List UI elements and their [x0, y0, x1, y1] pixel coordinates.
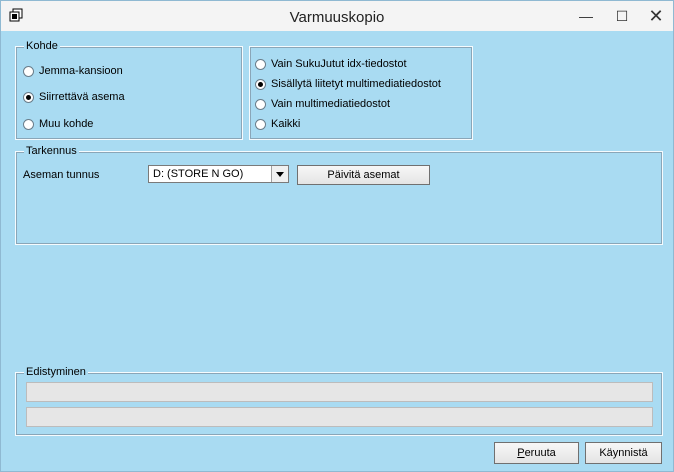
- radio-label: Muu kohde: [39, 118, 94, 130]
- radio-button[interactable]: [23, 65, 34, 77]
- minimize-icon: —: [579, 8, 593, 24]
- radio-other-target[interactable]: Muu kohde: [23, 118, 93, 130]
- radio-label: Jemma-kansioon: [39, 65, 123, 77]
- close-icon: ✕: [648, 5, 664, 26]
- dropdown-arrow-button[interactable]: [271, 166, 288, 182]
- radio-button[interactable]: [23, 118, 34, 130]
- radio-label: Vain SukuJutut idx-tiedostot: [271, 58, 407, 70]
- drive-label: Aseman tunnus: [23, 169, 100, 181]
- refresh-drives-button[interactable]: Päivitä asemat: [297, 165, 430, 185]
- drive-select-value: D: (STORE N GO): [153, 168, 244, 180]
- progress-group-legend: Edistyminen: [24, 365, 88, 379]
- target-group-legend: Kohde: [24, 39, 60, 53]
- cancel-label-mnemonic: P: [517, 447, 525, 459]
- progress-bar-2: [26, 407, 653, 427]
- radio-button[interactable]: [255, 58, 266, 70]
- chevron-down-icon: [276, 171, 284, 177]
- radio-jemma[interactable]: Jemma-kansioon: [23, 65, 123, 77]
- progress-bar-1: [26, 382, 653, 402]
- radio-selected-dot: [26, 94, 31, 100]
- radio-selected-dot: [258, 81, 263, 87]
- cancel-label-rest: eruuta: [524, 447, 556, 459]
- backup-window: Varmuuskopio — ☐ ✕ Kohde Jemma-kansioon …: [0, 0, 674, 472]
- radio-label: Sisällytä liitetyt multimediatiedostot: [271, 78, 441, 90]
- drive-select[interactable]: D: (STORE N GO): [148, 165, 289, 183]
- radio-label: Siirrettävä asema: [39, 91, 125, 103]
- radio-include-multimedia[interactable]: Sisällytä liitetyt multimediatiedostot: [255, 78, 441, 90]
- maximize-icon: ☐: [615, 7, 629, 24]
- details-group-legend: Tarkennus: [24, 144, 79, 158]
- cancel-button[interactable]: Peruuta: [494, 442, 579, 464]
- radio-button[interactable]: [23, 91, 34, 103]
- close-button[interactable]: ✕: [639, 1, 673, 31]
- minimize-button[interactable]: —: [569, 1, 603, 31]
- radio-removable-drive[interactable]: Siirrettävä asema: [23, 91, 125, 103]
- radio-label: Vain multimediatiedostot: [271, 98, 391, 110]
- radio-button[interactable]: [255, 78, 266, 90]
- radio-idx-only[interactable]: Vain SukuJutut idx-tiedostot: [255, 58, 407, 70]
- radio-all[interactable]: Kaikki: [255, 118, 300, 130]
- radio-label: Kaikki: [271, 118, 301, 130]
- radio-button[interactable]: [255, 98, 266, 110]
- radio-multimedia-only[interactable]: Vain multimediatiedostot: [255, 98, 390, 110]
- start-button[interactable]: Käynnistä: [585, 442, 662, 464]
- radio-button[interactable]: [255, 118, 266, 130]
- maximize-button[interactable]: ☐: [605, 1, 639, 31]
- title-bar[interactable]: Varmuuskopio — ☐ ✕: [1, 1, 673, 31]
